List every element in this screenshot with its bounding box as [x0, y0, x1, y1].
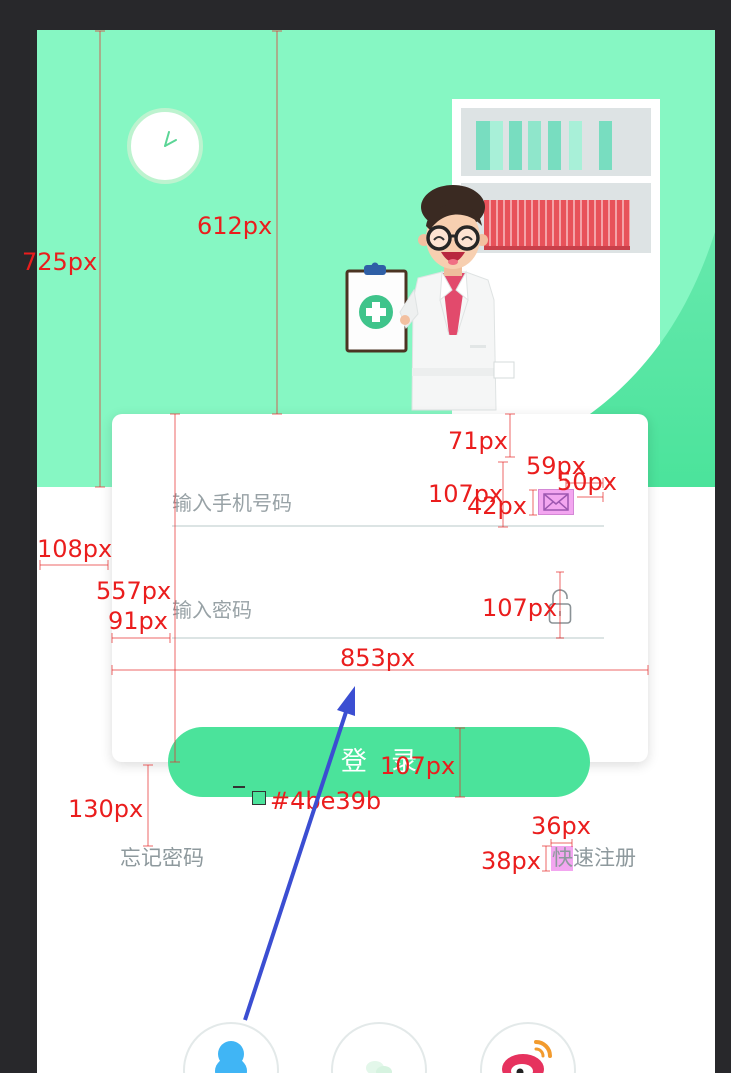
spec-label: 108px — [37, 535, 113, 563]
design-spec-canvas: 登 录 忘记密码 快速注册 — [0, 0, 731, 1073]
wechat-login-button[interactable] — [329, 1022, 429, 1073]
clipboard-icon — [345, 262, 408, 353]
clock-icon — [127, 108, 203, 184]
spec-label: 107px — [482, 594, 558, 622]
spec-label: 612px — [197, 212, 273, 240]
spec-label: 71px — [448, 427, 508, 455]
color-swatch-dash — [233, 786, 245, 788]
password-input[interactable] — [172, 596, 522, 624]
spec-label: 38px — [481, 847, 541, 875]
weibo-login-button[interactable] — [478, 1022, 578, 1073]
spec-label: 725px — [22, 248, 98, 276]
spec-label: 91px — [108, 607, 168, 635]
forgot-password-link[interactable]: 忘记密码 — [120, 846, 204, 871]
spec-label: 130px — [68, 795, 144, 823]
spec-label: 50px — [557, 468, 617, 496]
spec-label: 107px — [380, 752, 456, 780]
phone-input-underline — [172, 525, 604, 527]
spec-label: 557px — [96, 577, 172, 605]
spec-label: 42px — [467, 492, 527, 520]
color-swatch — [252, 791, 266, 805]
quick-register-link[interactable]: 快速注册 — [552, 846, 636, 871]
spec-label: 36px — [531, 812, 591, 840]
spec-color-label: #4be39b — [270, 787, 382, 815]
qq-login-button[interactable] — [181, 1022, 281, 1073]
spec-label: 853px — [340, 644, 416, 672]
password-input-underline — [172, 637, 604, 639]
